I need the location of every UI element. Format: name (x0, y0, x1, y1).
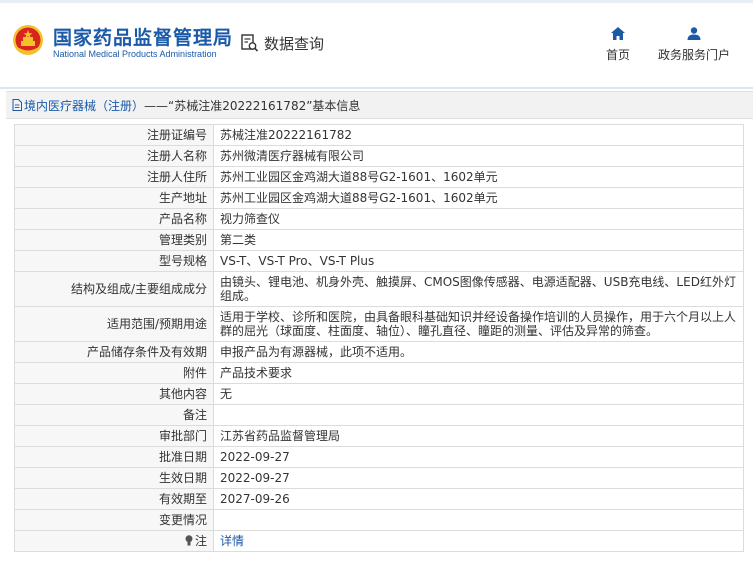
row-value: 第二类 (213, 229, 744, 251)
row-value (213, 404, 744, 426)
row-value: 视力筛查仪 (213, 208, 744, 230)
national-emblem-icon (13, 25, 43, 55)
table-row: 附件 产品技术要求 (14, 362, 744, 384)
table-row: 生效日期 2022-09-27 (14, 467, 744, 489)
nav-home[interactable]: 首页 (603, 27, 633, 63)
table-row: 型号规格 VS-T、VS-T Pro、VS-T Plus (14, 250, 744, 272)
table-row: 其他内容无 (14, 383, 744, 405)
row-value: VS-T、VS-T Pro、VS-T Plus (213, 250, 744, 272)
table-row: 适用范围/预期用途 适用于学校、诊所和医院，由具备眼科基础知识并经设备操作培训的人… (14, 306, 744, 342)
row-value: 2022-09-27 (213, 446, 744, 468)
row-label: 注册证编号 (14, 124, 214, 146)
table-row: 产品名称 视力筛查仪 (14, 208, 744, 230)
row-label: 注册人名称 (14, 145, 214, 167)
note-value: 详情 (213, 530, 744, 552)
device-info-table: 注册证编号 苏械注准20222161782 注册人名称 苏州微清医疗器械有限公司 注册人… (14, 124, 744, 552)
row-label: 有效期至 (14, 488, 214, 510)
top-divider (0, 0, 753, 3)
details-link[interactable]: 详情 (220, 534, 244, 548)
table-row: 注册人住所 苏州工业园区金鸡湖大道88号G2-1601、1602单元 (14, 166, 744, 188)
row-value: 申报产品为有源器械，此项不适用。 (213, 341, 744, 363)
logo-title[interactable]: 国家药品监督管理局 (53, 23, 233, 50)
home-icon (611, 27, 625, 40)
row-label: 适用范围/预期用途 (14, 306, 214, 342)
row-label: 生效日期 (14, 467, 214, 489)
table-row: 有效期至 2027-09-26 (14, 488, 744, 510)
note-label-text: 注 (194, 534, 207, 548)
logo-subtitle[interactable]: National Medical Products Administration (53, 49, 217, 59)
table-row: 生产地址 苏州工业园区金鸡湖大道88号G2-1601、1602单元 (14, 187, 744, 209)
note-label: 注 (14, 530, 214, 552)
row-label: 注册人住所 (14, 166, 214, 188)
row-label: 其他内容 (14, 383, 214, 405)
row-value (213, 509, 744, 531)
breadcrumb: 境内医疗器械（注册） ——“苏械注准20222161782”基本信息 (6, 91, 753, 119)
table-row: 产品储存条件及有效期 申报产品为有源器械，此项不适用。 (14, 341, 744, 363)
row-label: 产品名称 (14, 208, 214, 230)
nav-gov-services-label[interactable]: 政务服务门户 (658, 48, 730, 62)
row-value: 苏州微清医疗器械有限公司 (213, 145, 744, 167)
row-value: 苏州工业园区金鸡湖大道88号G2-1601、1602单元 (213, 166, 744, 188)
data-search-icon (241, 34, 259, 52)
row-value: 江苏省药品监督管理局 (213, 425, 744, 447)
table-row: 批准日期 2022-09-27 (14, 446, 744, 468)
lightbulb-icon (185, 535, 193, 546)
table-row: 管理类别 第二类 (14, 229, 744, 251)
row-value: 苏械注准20222161782 (213, 124, 744, 146)
document-icon (12, 99, 22, 111)
breadcrumb-detail: ——“苏械注准20222161782”基本信息 (144, 98, 361, 113)
note-row: 注详情 (14, 530, 744, 552)
table-row: 结构及组成/主要组成成分 由镜头、锂电池、机身外壳、触摸屏、CMOS图像传感器、电… (14, 271, 744, 307)
row-value: 无 (213, 383, 744, 405)
nav-gov-services[interactable]: 政务服务门户 (651, 27, 737, 63)
row-label: 型号规格 (14, 250, 214, 272)
data-query-label: 数据查询 (264, 34, 325, 53)
row-value: 2022-09-27 (213, 467, 744, 489)
table-row: 审批部门 江苏省药品监督管理局 (14, 425, 744, 447)
row-value: 由镜头、锂电池、机身外壳、触摸屏、CMOS图像传感器、电源适配器、USB充电线、… (213, 271, 744, 307)
row-label: 变更情况 (14, 509, 214, 531)
row-label: 附件 (14, 362, 214, 384)
row-label: 生产地址 (14, 187, 214, 209)
row-label: 备注 (14, 404, 214, 426)
table-row: 注册证编号 苏械注准20222161782 (14, 124, 744, 146)
header-divider (0, 87, 753, 89)
table-row: 注册人名称 苏州微清医疗器械有限公司 (14, 145, 744, 167)
row-label: 结构及组成/主要组成成分 (14, 271, 214, 307)
row-value: 产品技术要求 (213, 362, 744, 384)
table-row: 变更情况 (14, 509, 744, 531)
row-value: 苏州工业园区金鸡湖大道88号G2-1601、1602单元 (213, 187, 744, 209)
row-label: 管理类别 (14, 229, 214, 251)
row-label: 产品储存条件及有效期 (14, 341, 214, 363)
row-label: 审批部门 (14, 425, 214, 447)
nav-home-label[interactable]: 首页 (606, 48, 630, 62)
table-row: 备注 (14, 404, 744, 426)
row-value: 2027-09-26 (213, 488, 744, 510)
row-label: 批准日期 (14, 446, 214, 468)
data-query-title: 数据查询 (240, 32, 324, 54)
user-icon (687, 27, 701, 40)
breadcrumb-category-link[interactable]: 境内医疗器械（注册） (24, 97, 144, 114)
row-value: 适用于学校、诊所和医院，由具备眼科基础知识并经设备操作培训的人员操作，用于六个月… (213, 306, 744, 342)
site-header: 国家药品监督管理局 National Medical Products Admi… (0, 0, 753, 87)
